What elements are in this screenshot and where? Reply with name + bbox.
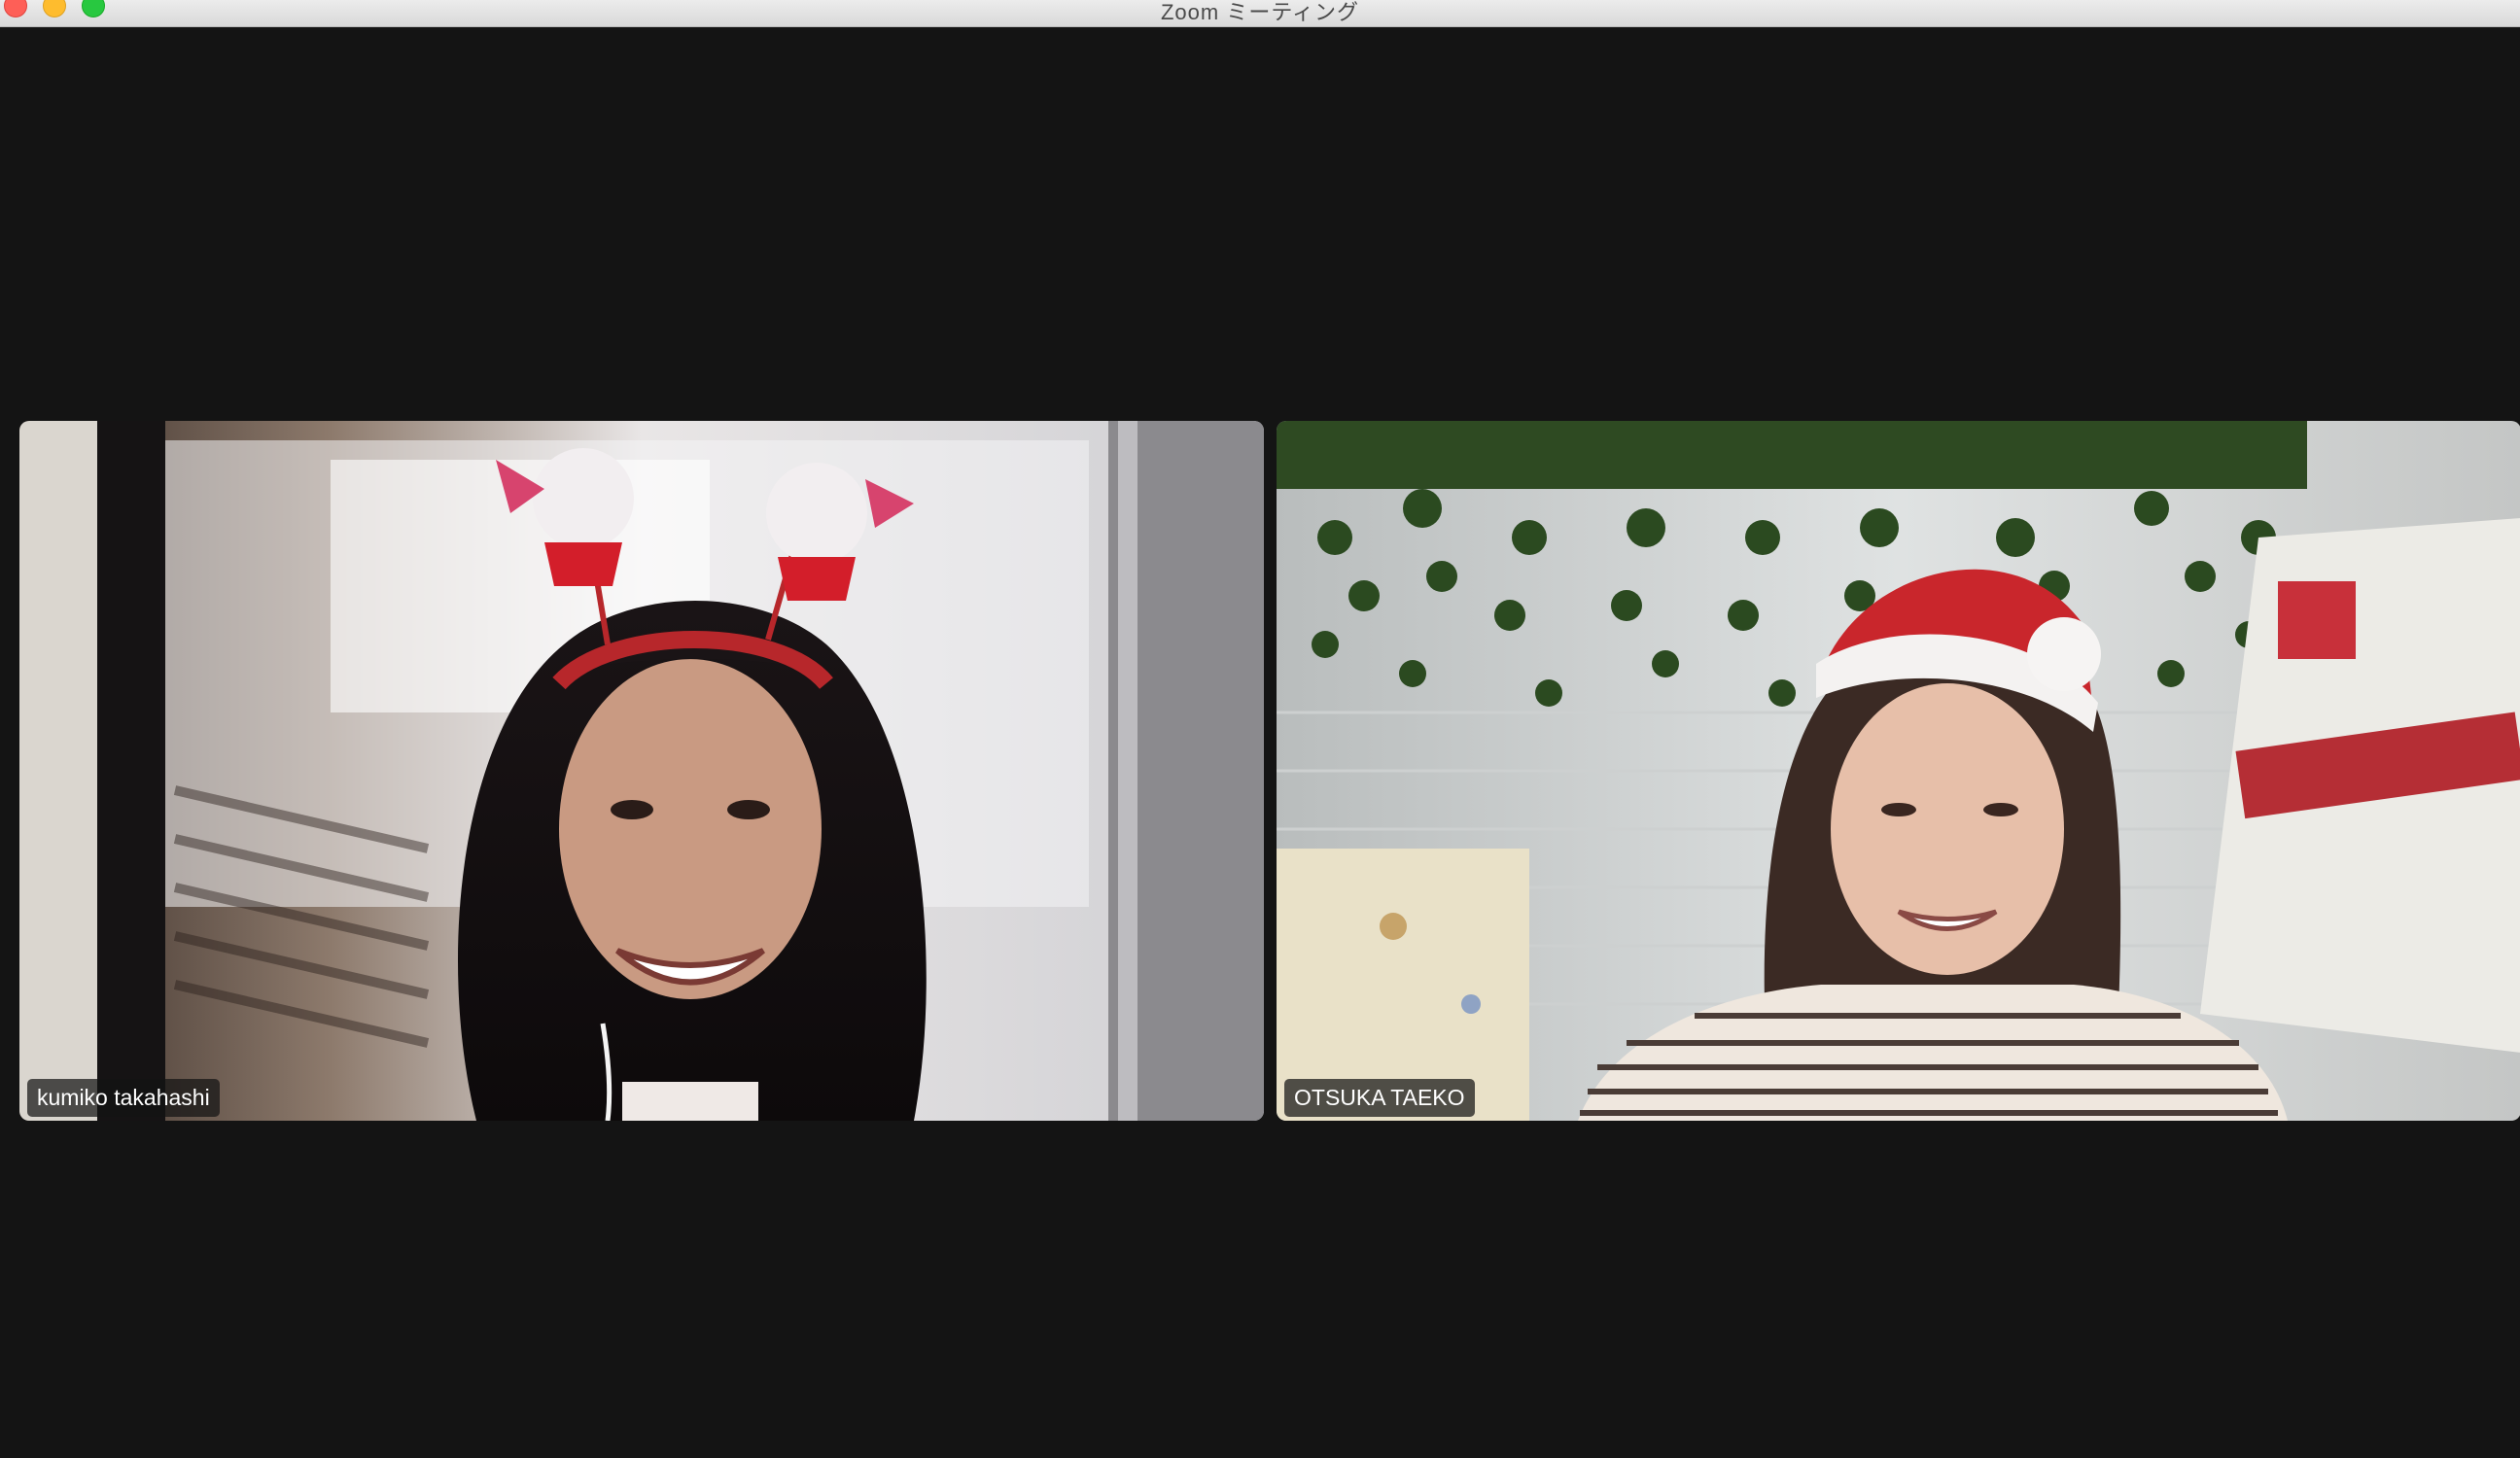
participant-tile-1[interactable]: kumiko takahashi [19, 421, 1264, 1121]
participant-video-1 [19, 421, 1264, 1121]
participant-name-badge: kumiko takahashi [27, 1079, 220, 1117]
window-titlebar: Zoom ミーティング [0, 0, 2520, 27]
window-title: Zoom ミーティング [1160, 0, 1360, 24]
meeting-gallery: kumiko takahashi OTSUKA TAEKO [0, 27, 2520, 1458]
participant-tile-2[interactable]: OTSUKA TAEKO [1277, 421, 2520, 1121]
participant-name-badge: OTSUKA TAEKO [1284, 1079, 1475, 1117]
participant-video-2 [1277, 421, 2520, 1121]
